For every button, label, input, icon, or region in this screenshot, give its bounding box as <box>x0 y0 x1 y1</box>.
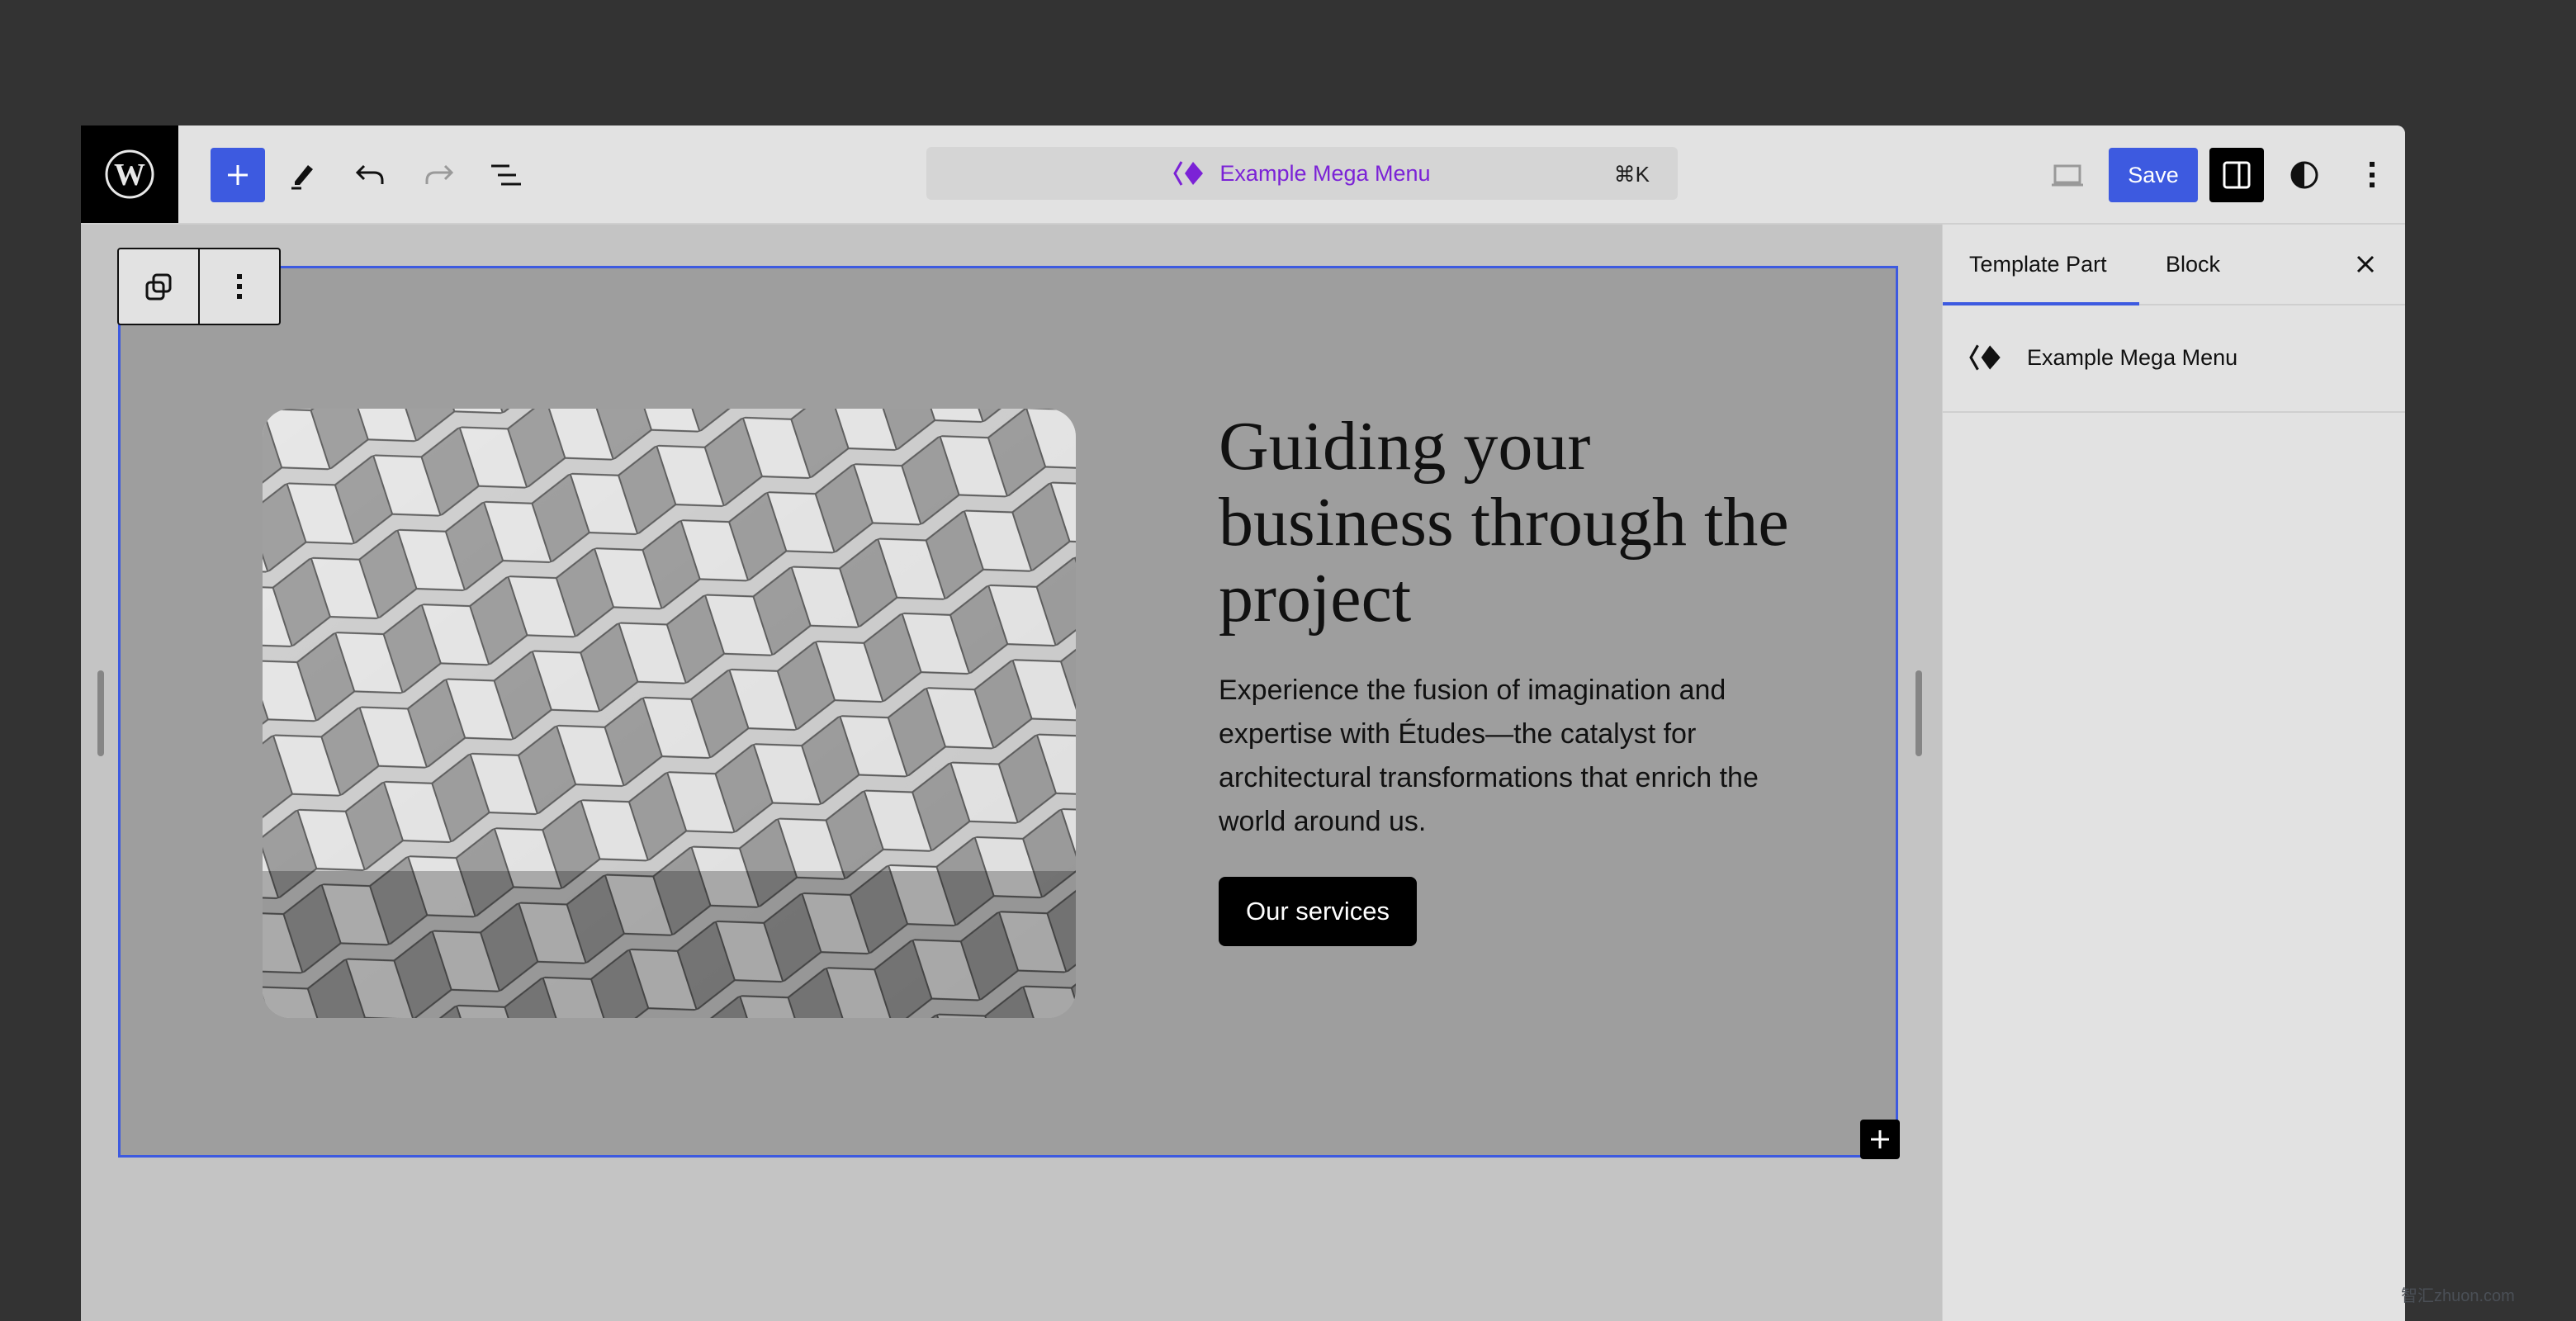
resize-handle-left[interactable] <box>97 670 104 756</box>
tab-block[interactable]: Block <box>2166 225 2220 304</box>
document-title: Example Mega Menu <box>1219 160 1431 186</box>
hero-heading[interactable]: Guiding your business through the projec… <box>1219 409 1797 637</box>
template-part-card: Example Mega Menu <box>1943 304 2405 413</box>
keyboard-shortcut: ⌘K <box>1613 162 1650 187</box>
undo-button[interactable] <box>343 148 398 202</box>
our-services-button[interactable]: Our services <box>1219 877 1417 946</box>
tab-template-part[interactable]: Template Part <box>1943 225 2139 305</box>
facade-pattern-image <box>263 409 1076 1018</box>
undo-icon <box>355 164 384 184</box>
watermark: 智汇zhuon.com <box>2401 1287 2515 1305</box>
block-appender-button[interactable] <box>1860 1120 1900 1159</box>
editor-window: W Example Mega Menu ⌘K Save Guiding your… <box>81 125 2405 1321</box>
options-button[interactable] <box>2345 148 2399 202</box>
redo-icon <box>425 164 454 184</box>
editor-canvas: Guiding your business through the projec… <box>81 225 1942 1321</box>
template-part-icon <box>1969 344 2001 371</box>
styles-icon <box>2290 161 2318 189</box>
list-view-button[interactable] <box>479 148 533 202</box>
editor-header: W Example Mega Menu ⌘K Save <box>81 125 2405 225</box>
svg-text:W: W <box>114 158 145 192</box>
wordpress-logo[interactable]: W <box>81 125 178 223</box>
block-inserter-button[interactable] <box>211 148 265 202</box>
hero-paragraph[interactable]: Experience the fusion of imagination and… <box>1219 669 1797 844</box>
sidebar-tabs: Template Part Block <box>1943 225 2405 305</box>
options-icon <box>2370 162 2375 187</box>
resize-handle-right[interactable] <box>1915 670 1922 756</box>
tools-button[interactable] <box>276 148 330 202</box>
template-part-switch-icon <box>145 273 172 301</box>
wordpress-icon: W <box>105 149 154 199</box>
pencil-icon <box>291 165 313 190</box>
settings-sidebar-toggle[interactable] <box>2209 148 2264 202</box>
plus-icon <box>228 165 248 185</box>
architecture-image[interactable] <box>263 409 1076 1018</box>
tab-label: Template Part <box>1969 251 2107 277</box>
redo-button[interactable] <box>411 148 466 202</box>
close-icon <box>2356 255 2375 273</box>
tab-label: Block <box>2166 251 2221 277</box>
desktop-preview-icon <box>2052 164 2083 187</box>
template-part-title: Example Mega Menu <box>2027 344 2238 370</box>
list-view-icon <box>491 164 521 186</box>
styles-button[interactable] <box>2277 148 2332 202</box>
template-part-icon <box>1173 161 1204 186</box>
template-part-switch-button[interactable] <box>119 249 198 324</box>
close-sidebar-button[interactable] <box>2356 225 2375 304</box>
block-options-button[interactable] <box>198 249 279 324</box>
preview-device-button[interactable] <box>2040 148 2095 202</box>
sidebar-toggle-icon <box>2223 161 2251 189</box>
command-center[interactable]: Example Mega Menu ⌘K <box>926 147 1678 200</box>
more-options-icon <box>237 274 242 299</box>
save-button[interactable]: Save <box>2109 148 2198 202</box>
selected-template-part-block[interactable]: Guiding your business through the projec… <box>118 266 1898 1158</box>
settings-sidebar: Template Part Block Example Mega Menu <box>1942 225 2405 1321</box>
block-toolbar <box>117 248 281 325</box>
plus-icon <box>1871 1130 1889 1148</box>
